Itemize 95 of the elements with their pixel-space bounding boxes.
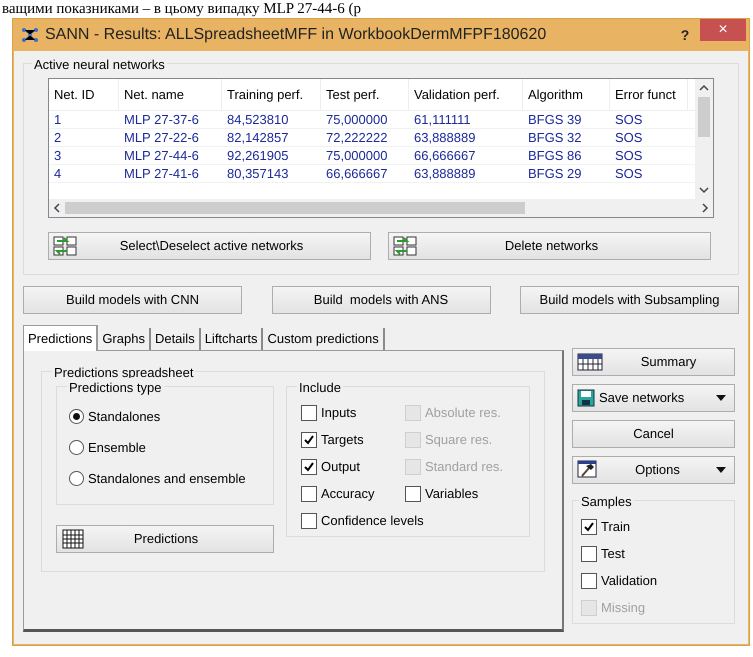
checkbox-label: Confidence levels — [321, 512, 424, 530]
table-cell-text: 63,888889 — [413, 166, 476, 182]
grid-icon — [577, 353, 603, 371]
checkbox[interactable] — [301, 486, 317, 502]
side-button[interactable]: Summary — [572, 348, 735, 376]
checkbox-label: Output — [321, 458, 360, 476]
dropdown-caret-icon — [716, 395, 726, 401]
vertical-scrollbar[interactable] — [695, 79, 713, 199]
checkbox-label: Test — [601, 544, 625, 563]
checkbox[interactable] — [301, 512, 317, 528]
network-action-button[interactable]: Select\Deselect active networks — [48, 232, 371, 260]
radio-button[interactable] — [69, 440, 84, 455]
checkbox-label: Variables — [425, 484, 478, 503]
build-models-button[interactable]: Build models with ANS — [272, 286, 490, 314]
column-header[interactable]: Algorithm — [523, 79, 610, 110]
build-models-button[interactable]: Build models with CNN — [23, 286, 242, 314]
table-cell-text: 63,888889 — [413, 130, 476, 146]
checkbox-label: Targets — [321, 430, 364, 449]
checkbox-label: Validation — [601, 572, 658, 590]
checkbox-label: Train — [601, 518, 630, 536]
checkbox[interactable] — [301, 458, 317, 474]
column-header[interactable]: Error funct — [610, 79, 688, 110]
scroll-thumb[interactable] — [65, 202, 525, 214]
scroll-up-icon[interactable] — [699, 84, 709, 92]
table-cell-text: MLP 27-22-6 — [123, 130, 200, 146]
network-action-button[interactable]: Delete networks — [388, 232, 711, 260]
table-cell-text: 4 — [53, 166, 62, 182]
predictions-button[interactable]: Predictions — [56, 525, 274, 553]
scroll-down-icon[interactable] — [699, 186, 709, 194]
table-cell-text: BFGS 32 — [527, 130, 582, 146]
table-cell-text: 66,666667 — [325, 166, 388, 182]
column-header[interactable]: Validation perf. — [409, 79, 523, 110]
network-swap-icon — [53, 236, 77, 256]
column-header[interactable]: Net. ID — [49, 79, 119, 110]
table-cell-text: 66,666667 — [413, 148, 476, 164]
network-app-icon — [21, 27, 39, 43]
table-cell-text: 84,523810 — [226, 112, 290, 128]
horizontal-scrollbar[interactable] — [49, 199, 713, 217]
checkbox[interactable] — [581, 572, 597, 588]
table-cell-text: 75,000000 — [325, 112, 388, 128]
table-cell-text: MLP 27-44-6 — [123, 148, 200, 164]
column-header[interactable]: Net. name — [119, 79, 222, 110]
checkbox-label: Standard res. — [425, 458, 504, 476]
dropdown-caret-icon — [716, 467, 726, 473]
radio-button[interactable] — [69, 409, 84, 424]
column-header[interactable]: Test perf. — [321, 79, 409, 110]
scroll-right-icon[interactable] — [701, 203, 709, 213]
checkbox[interactable] — [405, 486, 421, 502]
table-cell-text: 1 — [53, 112, 62, 128]
side-button[interactable]: Options — [572, 456, 735, 484]
table-cell-text: BFGS 86 — [527, 148, 582, 164]
close-button[interactable]: × — [700, 19, 746, 41]
table-grid-icon — [62, 529, 84, 549]
checkbox[interactable] — [581, 518, 597, 534]
checkbox-label: Inputs — [321, 404, 356, 422]
scroll-left-icon[interactable] — [53, 203, 61, 213]
checkbox[interactable] — [581, 546, 597, 562]
checkbox[interactable] — [301, 432, 317, 448]
table-cell-text: 2 — [53, 130, 62, 146]
checkbox[interactable] — [301, 404, 317, 420]
network-swap-icon — [393, 236, 417, 256]
table-cell-text: 82,142857 — [226, 130, 290, 146]
table-cell-text: 72,222222 — [325, 130, 388, 146]
radio-label: Ensemble — [88, 438, 146, 457]
side-button[interactable]: Cancel — [572, 420, 735, 448]
table-cell-text: MLP 27-41-6 — [123, 166, 200, 182]
checkbox-label: Square res. — [425, 430, 492, 449]
document-text: ващими показниками – в цьому випадку MLP 27-44-6 (р — [2, 0, 362, 18]
table-cell-text: 92,261905 — [226, 148, 290, 164]
checkbox-label: Accuracy — [321, 484, 374, 503]
table-cell-text: SOS — [614, 166, 644, 182]
table-cell-text: BFGS 39 — [527, 112, 582, 128]
table-cell-text: 61,111111 — [413, 112, 472, 128]
side-button[interactable]: Save networks — [572, 384, 735, 412]
table-cell-text: 75,000000 — [325, 148, 388, 164]
radio-button[interactable] — [69, 471, 84, 486]
group-title: Predictions type — [67, 378, 164, 398]
table-cell-text: MLP 27-37-6 — [123, 112, 200, 128]
radio-label: Standalones — [88, 408, 160, 426]
checkbox-label: Absolute res. — [425, 404, 501, 422]
table-cell-text: SOS — [614, 148, 644, 164]
table-cell-text: SOS — [614, 130, 644, 146]
table-cell-text: SOS — [614, 112, 644, 128]
window-title: SANN - Results: ALLSpreadsheetMFF in WorkbookDermMFPF180620 — [45, 25, 548, 45]
build-models-button[interactable]: Build models with Subsampling — [520, 286, 739, 314]
table-cell-text: 3 — [53, 148, 62, 164]
help-button[interactable]: ? — [670, 24, 700, 46]
table-cell-text: 80,357143 — [226, 166, 290, 182]
scroll-thumb[interactable] — [698, 97, 710, 137]
table-cell-text: BFGS 29 — [527, 166, 582, 182]
column-header[interactable]: Training perf. — [222, 79, 321, 110]
hammer-icon — [577, 460, 599, 480]
checkbox-label: Missing — [601, 598, 646, 617]
radio-label: Standalones and ensemble — [88, 470, 246, 488]
tab[interactable]: Predictions — [23, 325, 98, 351]
